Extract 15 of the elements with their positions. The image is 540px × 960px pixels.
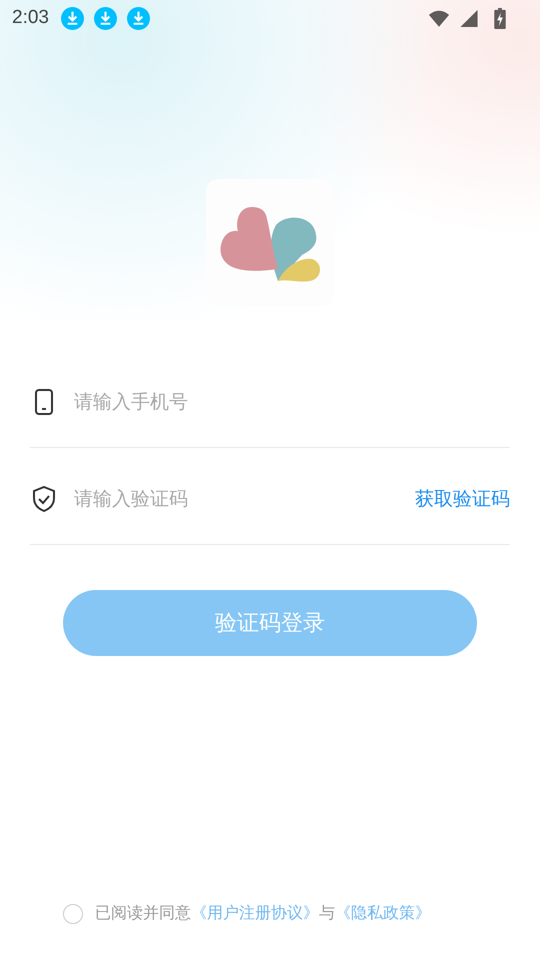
shield-check-icon [30, 486, 58, 512]
phone-input-field[interactable]: 请输入手机号 [74, 391, 510, 413]
agreement-checkbox[interactable] [63, 904, 83, 924]
signal-icon [458, 8, 480, 28]
privacy-policy-link[interactable]: 《隐私政策》 [335, 903, 431, 922]
battery-charging-icon [494, 8, 506, 28]
status-time: 2:03 [12, 7, 49, 29]
agreement-text: 已阅读并同意《用户注册协议》与《隐私政策》 [95, 903, 431, 924]
code-input-field[interactable]: 请输入验证码 [74, 488, 399, 510]
wifi-icon [428, 8, 450, 28]
download-icon [126, 6, 150, 30]
download-icon [94, 6, 117, 30]
download-icon [60, 6, 84, 30]
user-agreement-link[interactable]: 《用户注册协议》 [191, 903, 319, 922]
get-code-link[interactable]: 获取验证码 [415, 486, 510, 512]
